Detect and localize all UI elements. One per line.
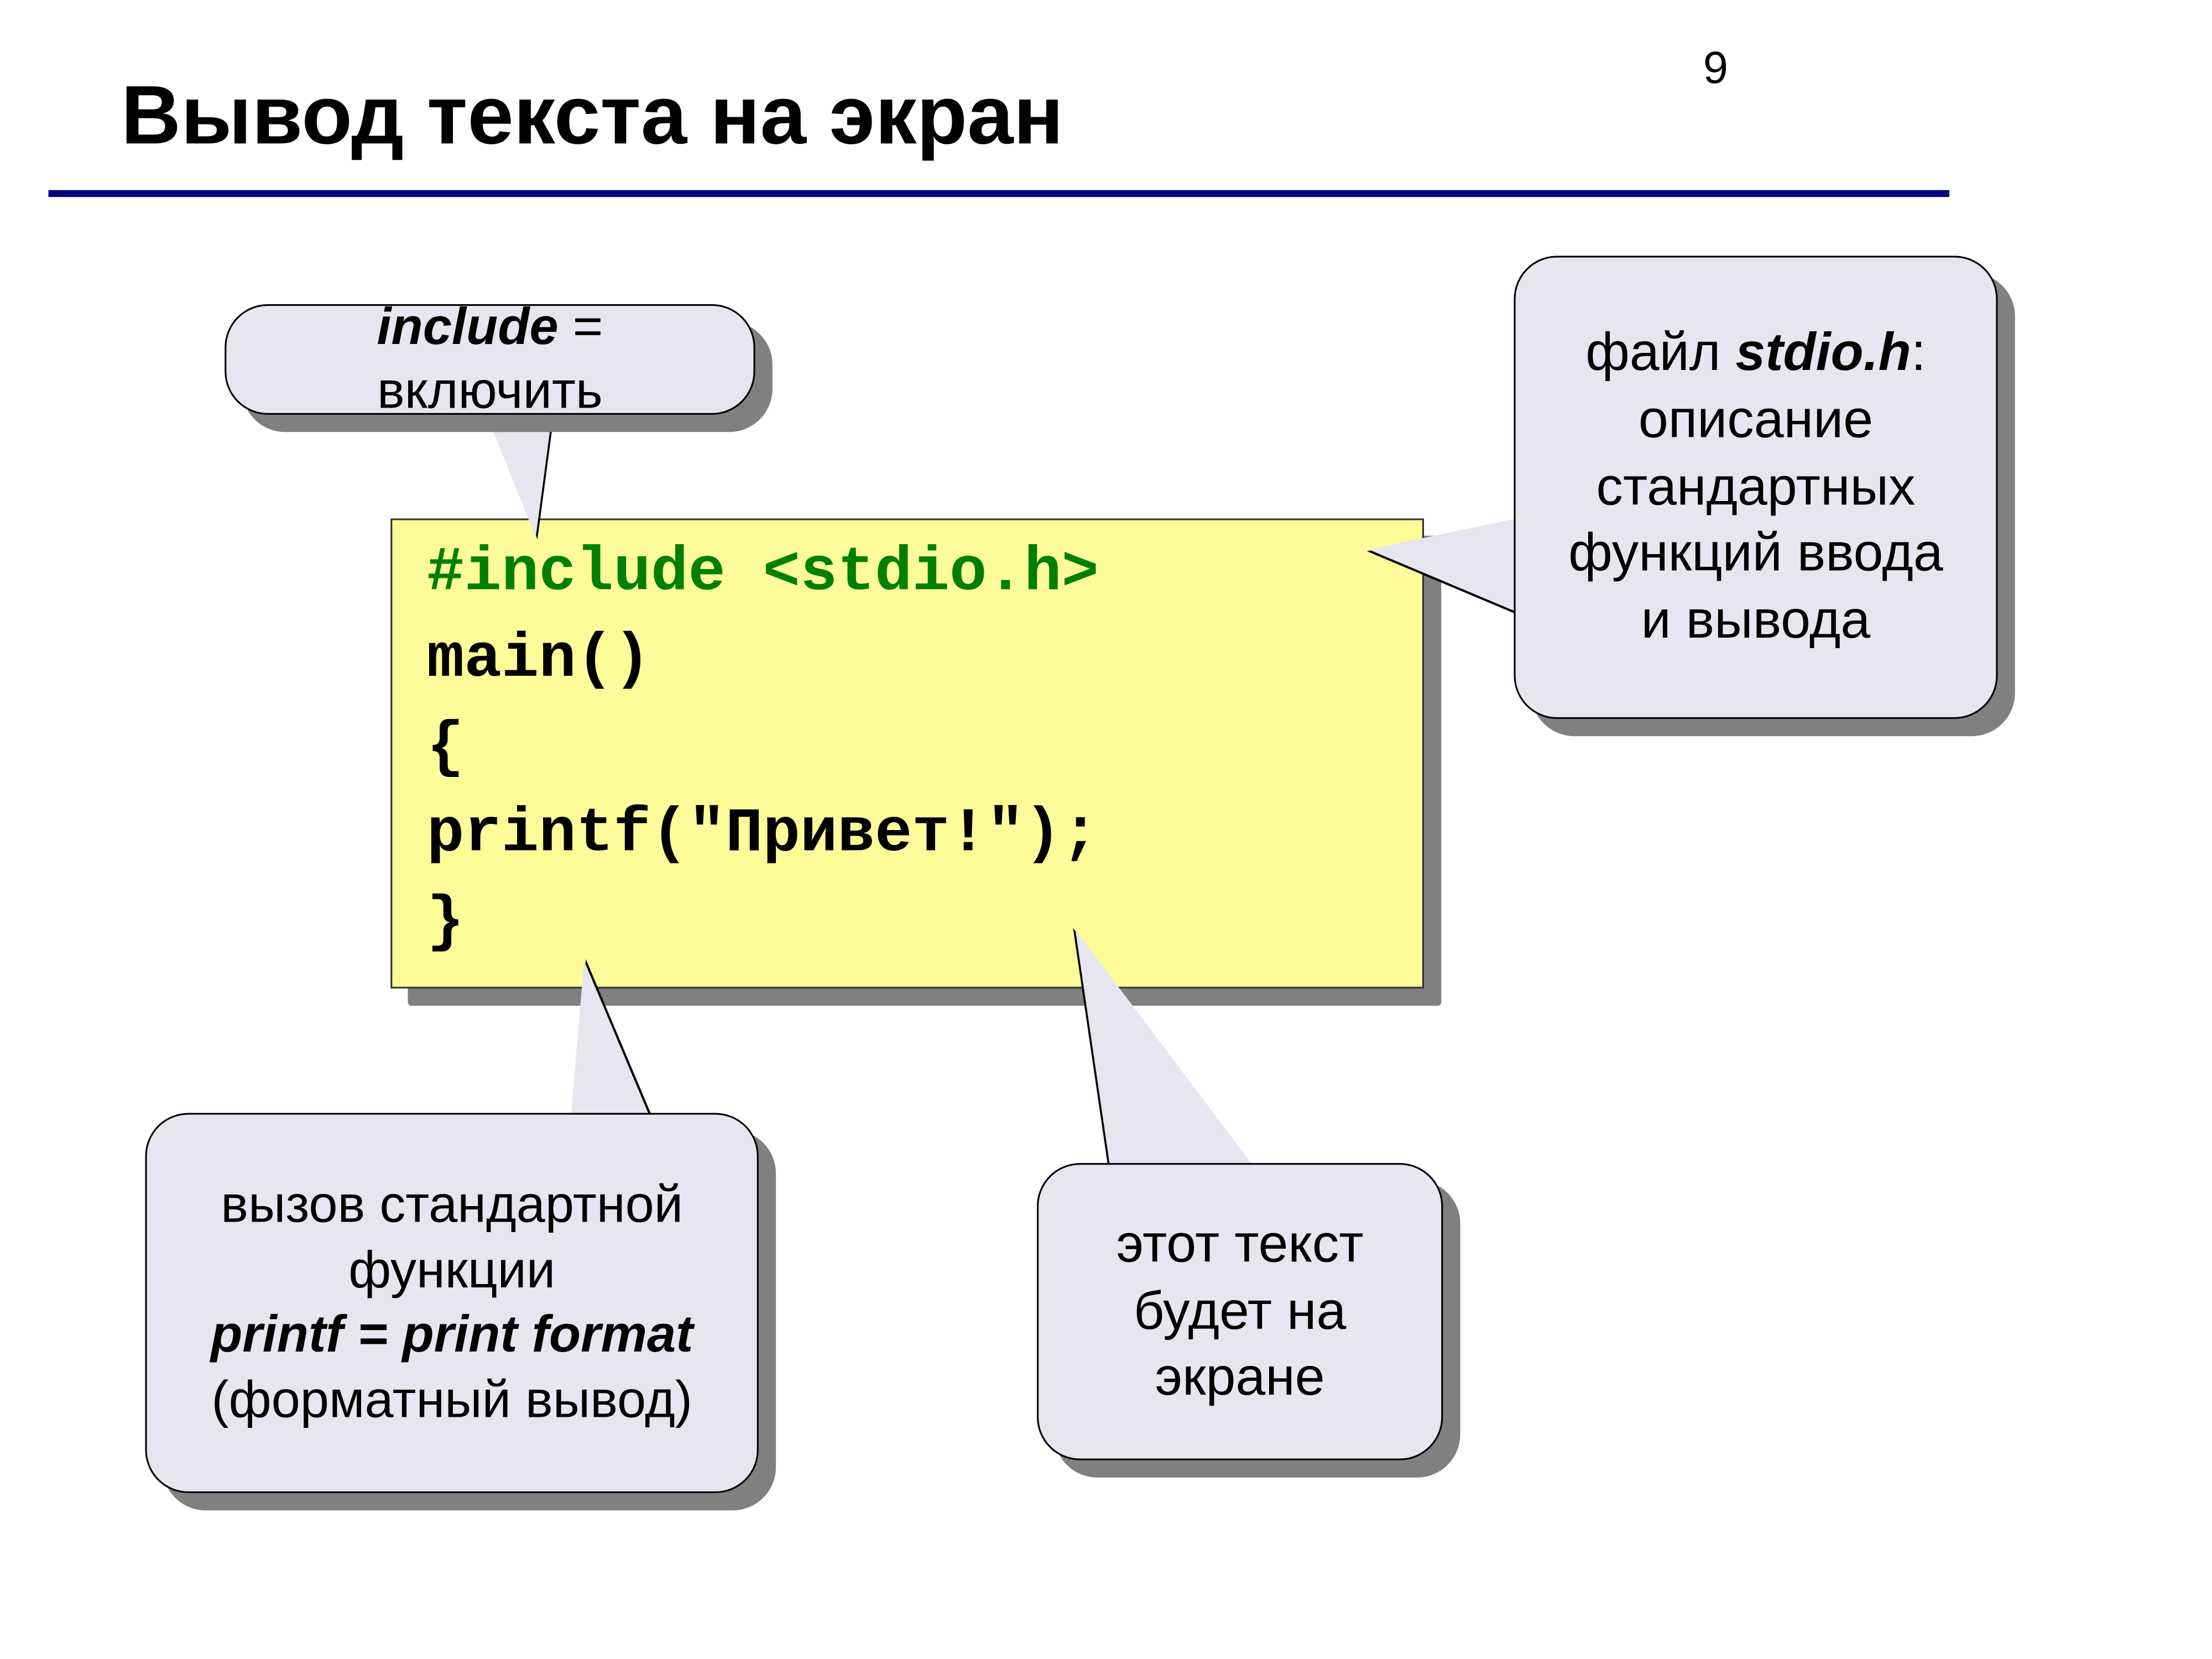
callout-stdio-line1-suffix: : <box>1911 322 1926 382</box>
title-rule <box>49 190 1950 197</box>
slide-title: Вывод текста на экран <box>121 69 1063 164</box>
code-open-brace: { <box>427 712 465 782</box>
slide: 9 Вывод текста на экран #include <stdio.… <box>0 0 2212 1659</box>
callout-stdio-line2: описание <box>1639 387 1873 454</box>
callout-include-keyword: include <box>377 298 558 355</box>
callout-text-line3: экране <box>1155 1345 1325 1412</box>
page-number: 9 <box>1703 41 1728 95</box>
code-text: #include <stdio.h> main() { printf("Прив… <box>427 520 1422 966</box>
callout-stdio-tail <box>1369 515 1533 619</box>
callout-printf: вызов стандартной функции printf = print… <box>145 1113 759 1494</box>
code-block: #include <stdio.h> main() { printf("Прив… <box>390 519 1424 989</box>
callout-printf-tail <box>570 961 653 1125</box>
callout-text-line1: этот текст <box>1117 1211 1364 1278</box>
callout-stdio-line5: и вывода <box>1641 588 1871 655</box>
callout-printf-line2: функции <box>348 1238 555 1303</box>
callout-stdio-line3: стандартных <box>1596 454 1915 521</box>
callout-stdio-line1-prefix: файл <box>1585 322 1735 382</box>
callout-printf-line3: printf = print format <box>211 1303 693 1368</box>
callout-printf-line4: (форматный вывод) <box>211 1368 692 1432</box>
callout-stdio-line4: функций ввода <box>1568 521 1943 588</box>
callout-stdio-line1: файл stdio.h: <box>1585 320 1926 387</box>
callout-printf-line1: вызов стандартной <box>221 1173 683 1238</box>
code-printf-line: printf("Привет!"); <box>427 799 1099 869</box>
callout-stdio: файл stdio.h: описание стандартных функц… <box>1514 256 1998 719</box>
callout-include: include = включить <box>225 304 755 415</box>
callout-text-line2: будет на <box>1134 1278 1346 1345</box>
callout-stdio-keyword: stdio.h <box>1735 322 1911 382</box>
code-close-brace: } <box>427 886 465 957</box>
code-include-line: #include <stdio.h> <box>427 538 1099 608</box>
code-main-line: main() <box>427 624 651 695</box>
callout-text-on-screen: этот текст будет на экране <box>1037 1163 1443 1460</box>
callout-include-tail <box>484 408 553 538</box>
callout-include-text: include = включить <box>258 295 723 424</box>
